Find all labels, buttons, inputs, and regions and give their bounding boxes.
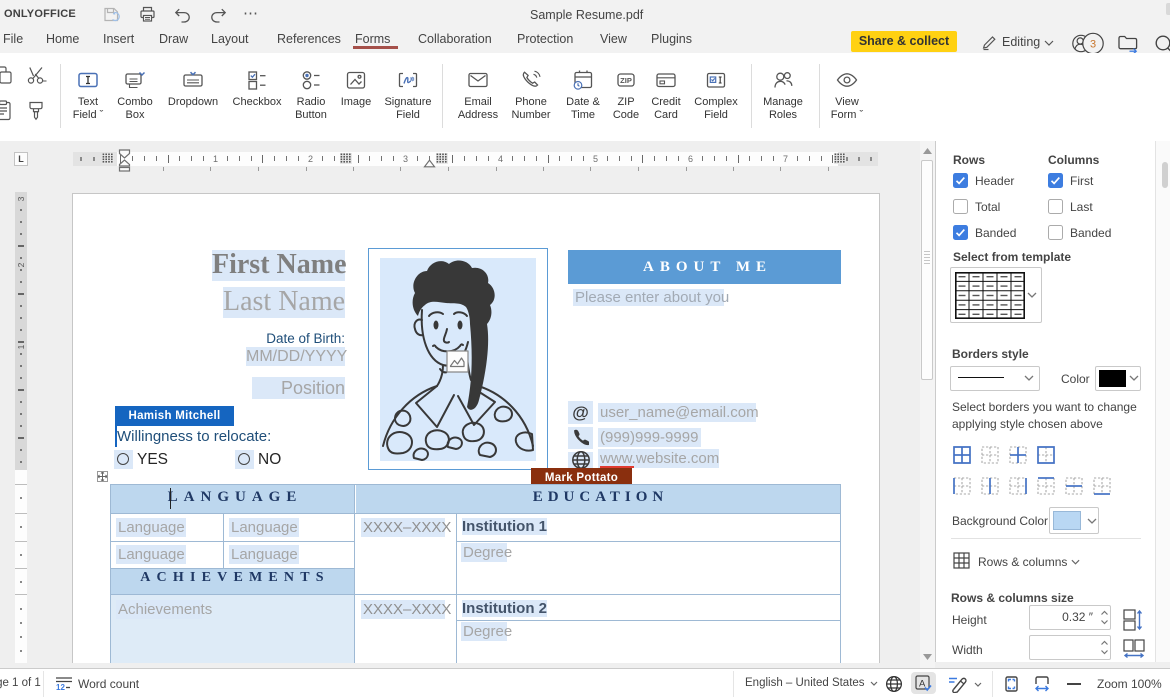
svg-text:ZIP: ZIP bbox=[620, 76, 632, 85]
svg-text:3: 3 bbox=[1090, 39, 1096, 51]
svg-text:12: 12 bbox=[56, 683, 65, 692]
